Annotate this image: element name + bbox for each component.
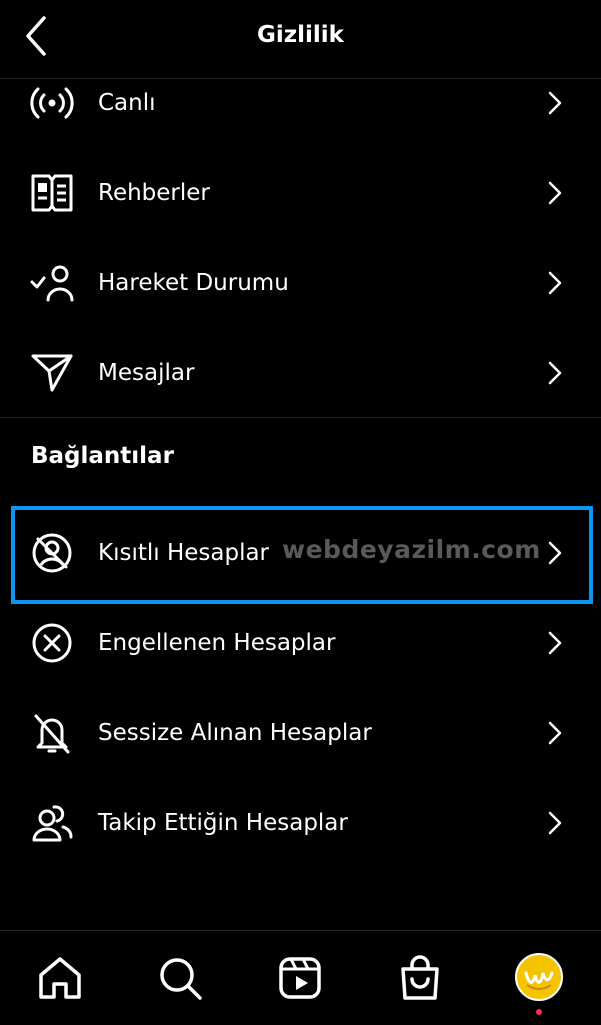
reels-tab[interactable] (275, 953, 325, 1003)
profile-avatar[interactable] (515, 953, 563, 1001)
guides-icon (30, 172, 74, 214)
menu-item-label: Takip Ettiğin Hesaplar (98, 810, 348, 836)
chevron-right-icon (544, 721, 566, 745)
chevron-right-icon (544, 361, 566, 385)
menu-item-label: Rehberler (98, 180, 210, 206)
reels-icon (279, 957, 321, 999)
menu-item-label: Sessize Alınan Hesaplar (98, 720, 372, 746)
menu-item-label: Canlı (98, 90, 156, 116)
menu-item-messages[interactable]: Mesajlar (0, 328, 601, 418)
home-tab[interactable] (35, 953, 85, 1003)
chevron-right-icon (544, 181, 566, 205)
activity-status-icon (30, 262, 74, 304)
chevron-right-icon (544, 811, 566, 835)
shop-icon (401, 955, 439, 1000)
bottom-nav (0, 930, 601, 1025)
watermark-text: webdeyazilm.com (282, 535, 541, 564)
menu-item-muted-accounts[interactable]: Sessize Alınan Hesaplar (0, 688, 601, 778)
menu-item-live[interactable]: Canlı (0, 58, 601, 148)
menu-item-blocked-accounts[interactable]: Engellenen Hesaplar (0, 598, 601, 688)
chevron-right-icon (544, 631, 566, 655)
menu-item-label: Engellenen Hesaplar (98, 630, 336, 656)
home-icon (39, 957, 81, 999)
chevron-right-icon (544, 91, 566, 115)
menu-item-label: Hareket Durumu (98, 270, 289, 296)
chevron-right-icon (544, 271, 566, 295)
messages-icon (30, 352, 74, 394)
search-tab[interactable] (155, 953, 205, 1003)
menu-item-label: Kısıtlı Hesaplar (98, 540, 270, 566)
section-divider (0, 417, 601, 418)
chevron-right-icon (544, 541, 566, 565)
menu-item-label: Mesajlar (98, 360, 195, 386)
menu-item-guides[interactable]: Rehberler (0, 148, 601, 238)
page-title: Gizlilik (257, 22, 344, 48)
profile-logo-icon (519, 957, 559, 997)
menu-item-following-accounts[interactable]: Takip Ettiğin Hesaplar (0, 778, 601, 868)
shop-tab[interactable] (395, 953, 445, 1003)
search-icon (160, 958, 202, 1000)
live-icon (30, 82, 74, 124)
following-icon (30, 802, 74, 844)
blocked-icon (30, 622, 74, 664)
restricted-icon (30, 532, 74, 574)
notification-dot (536, 1009, 542, 1015)
muted-bell-icon (30, 712, 74, 754)
section-title: Bağlantılar (31, 443, 174, 469)
menu-item-activity-status[interactable]: Hareket Durumu (0, 238, 601, 328)
